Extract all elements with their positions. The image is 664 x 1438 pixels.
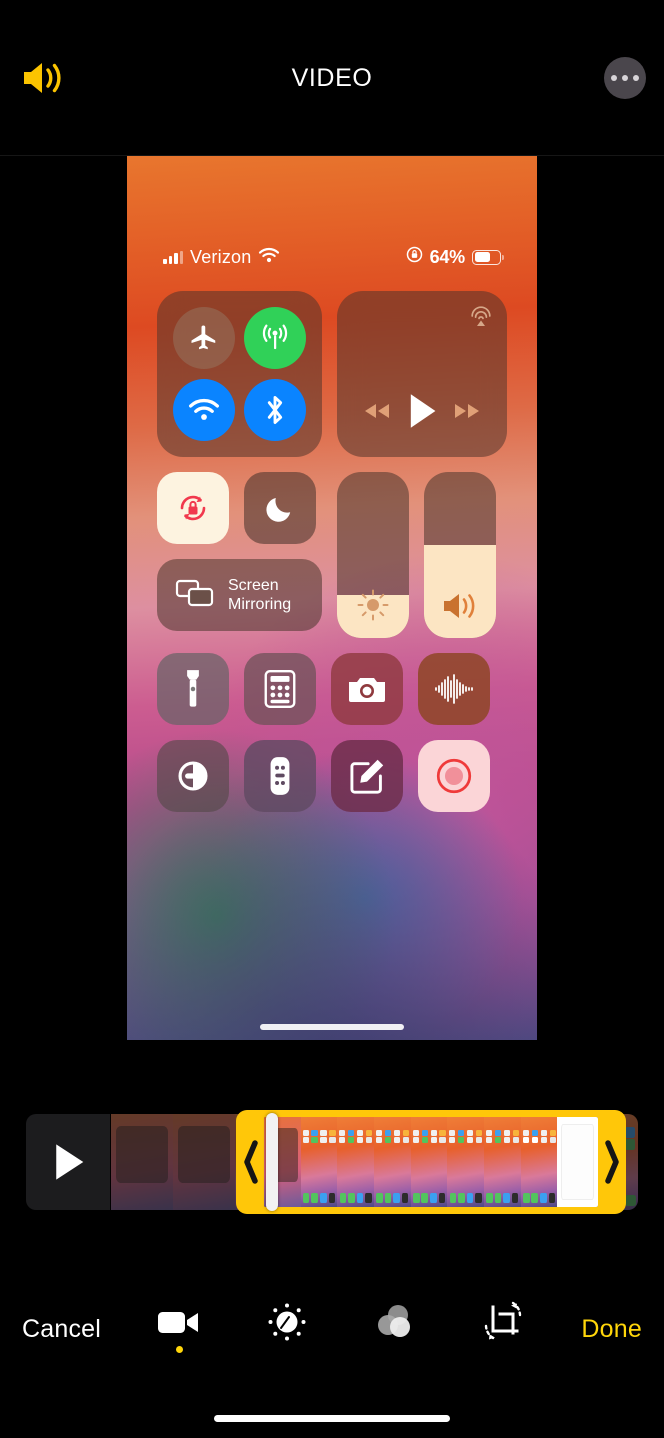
rotation-lock-icon xyxy=(406,246,423,268)
carrier-label: Verizon xyxy=(190,246,252,267)
trim-handle-right[interactable] xyxy=(598,1110,626,1214)
dark-mode-button[interactable] xyxy=(157,740,229,812)
play-button[interactable] xyxy=(405,392,439,435)
trim-frame xyxy=(410,1117,448,1207)
active-indicator-dot xyxy=(284,1352,291,1359)
record-icon xyxy=(436,758,472,794)
trim-frame xyxy=(374,1117,411,1207)
top-bar: VIDEO xyxy=(0,0,664,156)
trim-frame xyxy=(447,1117,485,1207)
trim-tool-button[interactable] xyxy=(150,1297,208,1361)
crop-rotate-icon xyxy=(485,1301,522,1339)
adjust-dial-icon xyxy=(268,1303,306,1340)
fast-forward-button[interactable] xyxy=(452,401,482,426)
done-button[interactable]: Done xyxy=(581,1315,642,1344)
connectivity-module[interactable] xyxy=(157,291,322,457)
cellular-data-toggle[interactable] xyxy=(244,307,307,369)
adjust-tool-button[interactable] xyxy=(258,1297,316,1361)
control-center: Screen Mirroring xyxy=(157,291,507,827)
fast-forward-icon xyxy=(455,404,480,418)
timeline-play-button[interactable] xyxy=(26,1114,110,1210)
voice-memos-button[interactable] xyxy=(418,653,490,725)
do-not-disturb-toggle[interactable] xyxy=(244,472,316,544)
cancel-button[interactable]: Cancel xyxy=(22,1315,101,1344)
trim-handle-left[interactable] xyxy=(236,1110,264,1214)
brightness-icon xyxy=(337,588,409,622)
ellipsis-dot xyxy=(633,75,639,81)
active-indicator-dot xyxy=(500,1352,507,1359)
remote-icon xyxy=(270,757,290,795)
chevron-right-icon xyxy=(604,1140,619,1184)
wifi-icon xyxy=(188,398,219,420)
video-preview[interactable]: Verizon 64% Screen Mirroring xyxy=(127,156,537,1040)
compose-icon xyxy=(350,759,384,794)
filmstrip-frame xyxy=(173,1114,235,1210)
volume-icon xyxy=(424,590,496,622)
ellipsis-dot xyxy=(611,75,617,81)
dark-mode-icon xyxy=(178,761,208,791)
flashlight-button[interactable] xyxy=(157,653,229,725)
ios-home-indicator xyxy=(260,1024,404,1030)
video-trim-timeline[interactable] xyxy=(26,1110,638,1214)
rotation-lock-toggle[interactable] xyxy=(157,472,229,544)
shortcuts-row-2 xyxy=(157,740,507,812)
photo-video-editor-screen: VIDEO Verizon 64% Screen Mirroring Cance… xyxy=(0,0,664,1438)
play-icon xyxy=(56,1144,84,1180)
editor-toolbar: Cancel Done xyxy=(0,1290,664,1368)
trim-frame xyxy=(484,1117,521,1207)
brightness-slider[interactable] xyxy=(337,472,409,638)
rewind-button[interactable] xyxy=(362,401,392,426)
trim-frame xyxy=(337,1117,375,1207)
play-icon xyxy=(410,394,436,428)
filmstrip-frame xyxy=(111,1114,173,1210)
video-camera-icon xyxy=(158,1311,199,1333)
waveform-icon xyxy=(435,674,473,704)
active-indicator-dot xyxy=(392,1350,399,1357)
airplay-audio-icon[interactable] xyxy=(469,304,493,333)
trim-frame xyxy=(300,1117,338,1207)
speaker-wave-icon[interactable] xyxy=(18,55,74,101)
playhead-scrubber[interactable] xyxy=(266,1113,278,1211)
trim-selection[interactable] xyxy=(236,1110,626,1214)
system-home-indicator xyxy=(214,1415,450,1422)
calculator-icon xyxy=(264,670,296,708)
filters-tool-button[interactable] xyxy=(366,1297,424,1361)
screen-mirroring-label: Screen Mirroring xyxy=(228,577,292,613)
camera-icon xyxy=(349,678,385,702)
cellular-bars-icon xyxy=(163,250,183,264)
flashlight-icon xyxy=(187,670,199,707)
battery-percent-label: 64% xyxy=(429,246,466,267)
notes-compose-button[interactable] xyxy=(331,740,403,812)
bluetooth-icon xyxy=(268,396,283,424)
active-indicator-dot xyxy=(175,1345,183,1353)
crop-rotate-tool-button[interactable] xyxy=(474,1297,532,1361)
battery-icon xyxy=(472,249,504,265)
ios-status-bar: Verizon 64% xyxy=(127,244,537,270)
bluetooth-toggle[interactable] xyxy=(244,379,307,441)
volume-slider[interactable] xyxy=(424,472,496,638)
moon-icon xyxy=(266,498,291,522)
more-options-button[interactable] xyxy=(604,57,646,99)
screen-recording-button[interactable] xyxy=(418,740,490,812)
wifi-icon xyxy=(258,247,280,268)
calculator-button[interactable] xyxy=(244,653,316,725)
chevron-left-icon xyxy=(243,1140,258,1184)
screen-mirroring-button[interactable]: Screen Mirroring xyxy=(157,559,322,631)
trim-frame xyxy=(557,1117,598,1207)
airplane-mode-toggle[interactable] xyxy=(172,307,235,369)
trim-frame xyxy=(520,1117,558,1207)
shortcuts-row-1 xyxy=(157,653,507,725)
apple-tv-remote-button[interactable] xyxy=(244,740,316,812)
rewind-icon xyxy=(364,404,389,418)
camera-button[interactable] xyxy=(331,653,403,725)
cellular-tower-icon xyxy=(263,324,288,350)
airplane-icon xyxy=(191,325,215,350)
wifi-toggle[interactable] xyxy=(172,379,235,441)
ellipsis-dot xyxy=(622,75,628,81)
screen-mirroring-icon xyxy=(175,578,215,613)
filters-circles-icon xyxy=(378,1304,411,1337)
media-playback-module[interactable] xyxy=(337,291,507,457)
page-title: VIDEO xyxy=(291,63,373,92)
rotation-lock-icon xyxy=(180,495,206,521)
